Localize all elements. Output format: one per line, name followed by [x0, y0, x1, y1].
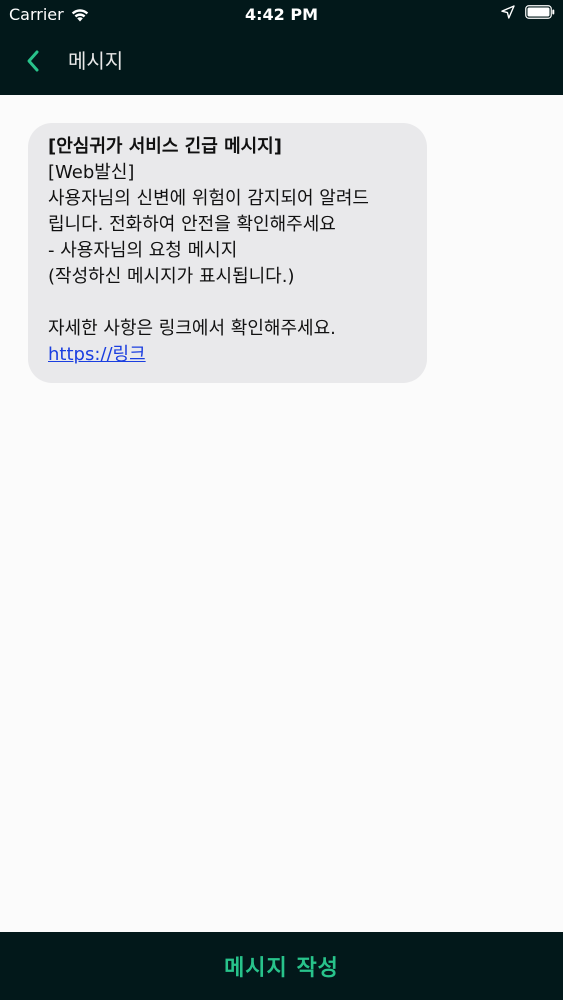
message-source: [Web발신] — [48, 162, 135, 183]
message-body-line: 사용자님의 신변에 위험이 감지되어 알려드 — [48, 188, 369, 209]
location-arrow-icon — [501, 5, 515, 19]
message-body-line: 자세한 사항은 링크에서 확인해주세요. — [48, 318, 336, 339]
message-link[interactable]: https://링크 — [48, 342, 146, 368]
nav-bar: 메시지 — [0, 30, 563, 95]
message-header: [안심귀가 서비스 긴급 메시지] — [48, 136, 282, 157]
message-body-line: - 사용자님의 요청 메시지 — [48, 240, 238, 261]
status-right-group — [501, 5, 555, 19]
screen: Carrier 4:42 PM 메시지 [안심귀가 서비스 긴급 메시지] [W… — [0, 0, 563, 1000]
message-bubble: [안심귀가 서비스 긴급 메시지] [Web발신] 사용자님의 신변에 위험이 … — [28, 123, 427, 383]
back-button[interactable] — [18, 46, 48, 76]
page-title: 메시지 — [68, 49, 124, 73]
status-bar: Carrier 4:42 PM — [0, 0, 563, 30]
compose-message-button[interactable]: 메시지 작성 — [224, 950, 339, 982]
message-body-line: 립니다. 전화하여 안전을 확인해주세요 — [48, 214, 336, 235]
header: Carrier 4:42 PM 메시지 — [0, 0, 563, 95]
status-time: 4:42 PM — [244, 5, 318, 24]
bottom-bar: 메시지 작성 — [0, 932, 563, 1000]
battery-icon — [525, 5, 555, 19]
message-body-line: (작성하신 메시지가 표시됩니다.) — [48, 266, 295, 287]
chevron-left-icon — [27, 50, 39, 72]
